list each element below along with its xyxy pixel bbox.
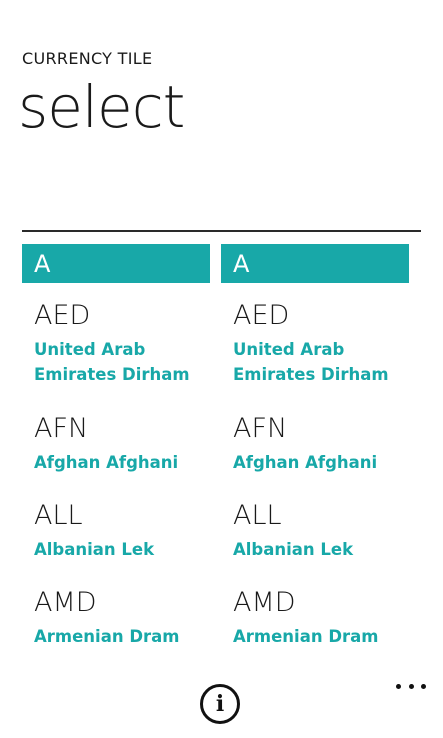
- list-item[interactable]: AFN Afghan Afghani: [34, 415, 214, 475]
- currency-code: AMD: [34, 587, 97, 618]
- currency-code: AFN: [233, 413, 288, 444]
- more-button[interactable]: [396, 676, 426, 696]
- currency-code: AFN: [34, 413, 89, 444]
- info-button[interactable]: i: [200, 684, 240, 724]
- currency-code: AMD: [233, 587, 296, 618]
- page-title: select: [18, 73, 185, 141]
- currency-name: Armenian Dram: [34, 627, 180, 646]
- list-item[interactable]: AMD Armenian Dram: [233, 589, 413, 649]
- list-item[interactable]: ALL Albanian Lek: [34, 502, 214, 562]
- group-header-a[interactable]: A: [221, 244, 409, 283]
- list-item[interactable]: AED United Arab Emirates Dirham: [34, 302, 214, 387]
- list-item[interactable]: AMD Armenian Dram: [34, 589, 214, 649]
- more-icon-dot: [421, 683, 426, 689]
- divider: [22, 230, 421, 232]
- currency-name: United Arab Emirates Dirham: [34, 340, 190, 384]
- currency-column-left: A AED United Arab Emirates Dirham AFN Af…: [22, 244, 210, 646]
- app-subtitle: CURRENCY TILE: [22, 49, 153, 68]
- currency-name: Albanian Lek: [34, 540, 155, 559]
- currency-name: Armenian Dram: [233, 627, 379, 646]
- group-header-a[interactable]: A: [22, 244, 210, 283]
- currency-name: Afghan Afghani: [233, 453, 378, 472]
- currency-code: AED: [34, 300, 91, 331]
- currency-name: Afghan Afghani: [34, 453, 179, 472]
- currency-code: ALL: [34, 500, 83, 531]
- more-icon-dot: [396, 683, 401, 689]
- list-item[interactable]: ALL Albanian Lek: [233, 502, 413, 562]
- currency-code: AED: [233, 300, 290, 331]
- currency-name: Albanian Lek: [233, 540, 354, 559]
- more-icon-dot: [408, 683, 414, 689]
- currency-name: United Arab Emirates Dirham: [233, 340, 389, 384]
- currency-code: ALL: [233, 500, 282, 531]
- currency-column-right: A AED United Arab Emirates Dirham AFN Af…: [221, 244, 409, 646]
- list-item[interactable]: AED United Arab Emirates Dirham: [233, 302, 413, 387]
- list-item[interactable]: AFN Afghan Afghani: [233, 415, 413, 475]
- info-icon: i: [215, 691, 225, 717]
